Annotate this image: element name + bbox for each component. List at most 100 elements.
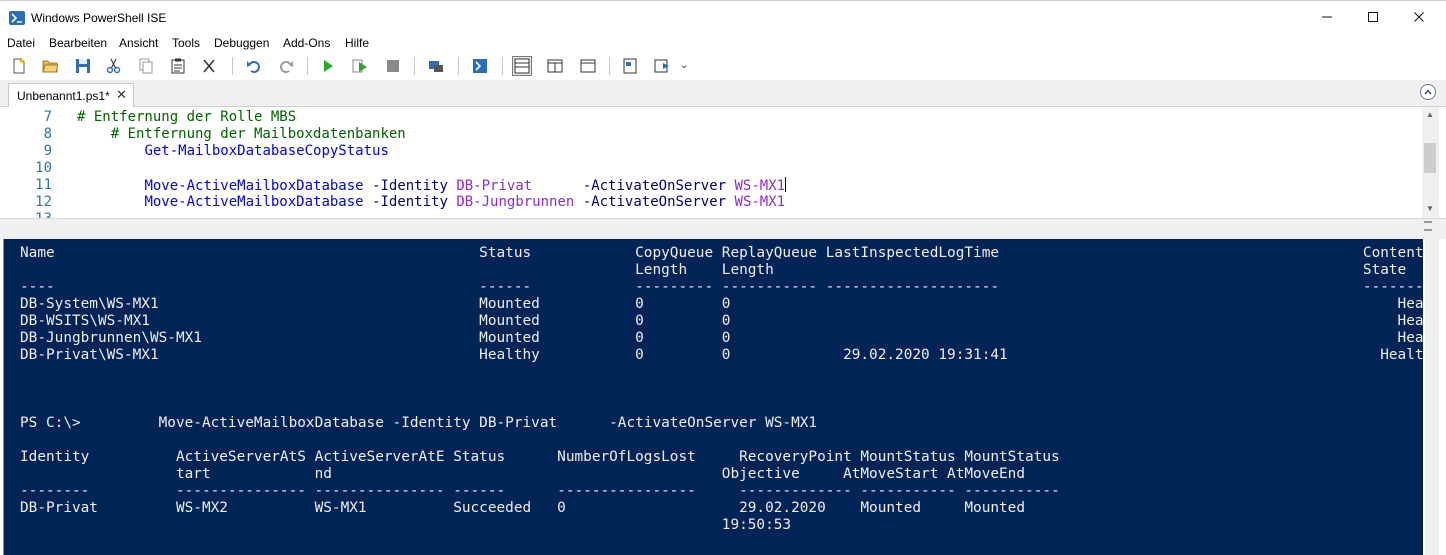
console-line: ---- ------ --------- ----------- ------… bbox=[20, 279, 1423, 295]
redo-button[interactable] bbox=[276, 56, 296, 76]
cut-button[interactable] bbox=[104, 56, 124, 76]
code-token-comment: # Entfernung der Mailboxdatenbanken bbox=[110, 126, 406, 142]
splitter-grip[interactable] bbox=[1424, 221, 1432, 231]
text-caret bbox=[785, 177, 787, 192]
script-vertical-scrollbar[interactable]: ▲ ▼ bbox=[1422, 107, 1439, 218]
menu-datei[interactable]: Datei bbox=[7, 36, 35, 50]
console-vertical-scrollbar[interactable] bbox=[1425, 239, 1439, 555]
pane-splitter[interactable] bbox=[0, 218, 1446, 239]
new-file-button[interactable] bbox=[9, 56, 29, 76]
close-button[interactable] bbox=[1396, 1, 1442, 33]
script-pane-top-button[interactable] bbox=[512, 56, 532, 76]
line-number: 12 bbox=[35, 194, 52, 210]
show-command-window-button[interactable] bbox=[620, 56, 640, 76]
maximize-icon bbox=[1368, 12, 1378, 22]
scissors-icon bbox=[106, 58, 121, 74]
scroll-down-icon[interactable]: ▼ bbox=[1426, 204, 1434, 213]
line-number: 13 bbox=[0, 211, 52, 218]
script-pane-right-button[interactable] bbox=[545, 56, 565, 76]
clear-console-button[interactable] bbox=[199, 56, 219, 76]
script-editor[interactable]: ▲ ▼ 7 # Entfernung der Rolle MBS 8 # Entfe… bbox=[0, 107, 1446, 218]
scroll-up-icon[interactable]: ▲ bbox=[1426, 110, 1434, 119]
tab-label: Unbenannt1.ps1* bbox=[17, 89, 110, 103]
play-icon bbox=[324, 60, 333, 72]
show-command-addon-button[interactable] bbox=[652, 56, 672, 76]
console-line: PS C:\> Move-ActiveMailboxDatabase -Iden… bbox=[20, 415, 818, 431]
console-line: DB-System\WS-MX1 Mounted 0 0 Healthy bbox=[20, 296, 1423, 312]
console-line: DB-Privat WS-MX2 WS-MX1 Succeeded 0 29.0… bbox=[20, 500, 1026, 516]
toolbar-separator bbox=[502, 57, 503, 75]
code-token-arg: WS-MX1 bbox=[734, 194, 786, 210]
line-number: 10 bbox=[35, 160, 52, 176]
command-window-icon bbox=[623, 58, 637, 74]
code-line[interactable]: Move-ActiveMailboxDatabase -Identity DB-… bbox=[77, 194, 785, 211]
chevron-up-icon bbox=[1424, 89, 1432, 95]
open-folder-icon bbox=[42, 60, 58, 73]
stop-icon bbox=[387, 60, 399, 72]
toolbar-overflow-icon[interactable]: ⌄ bbox=[680, 60, 688, 71]
clipboard-icon bbox=[171, 58, 185, 74]
undo-button[interactable] bbox=[244, 56, 264, 76]
title-bar: Windows PowerShell ISE bbox=[0, 0, 1446, 34]
script-pane-maximized-button[interactable] bbox=[578, 56, 598, 76]
open-file-button[interactable] bbox=[40, 56, 60, 76]
line-number: 8 bbox=[43, 126, 52, 142]
minimize-button[interactable] bbox=[1304, 1, 1350, 33]
run-selection-button[interactable] bbox=[350, 56, 370, 76]
code-token-arg: WS-MX1 bbox=[734, 178, 786, 194]
code-token-arg: DB-Jungbrunnen bbox=[456, 194, 575, 210]
console-line: Name Status CopyQueue ReplayQueue LastIn… bbox=[20, 245, 1423, 261]
code-line[interactable]: Get-MailboxDatabaseCopyStatus bbox=[77, 143, 388, 160]
tab-unbenannt1[interactable]: Unbenannt1.ps1* ✕ bbox=[8, 83, 134, 108]
save-button[interactable] bbox=[73, 56, 93, 76]
line-number: 11 bbox=[35, 177, 52, 193]
menu-bearbeiten[interactable]: Bearbeiten bbox=[49, 36, 107, 50]
menu-tools[interactable]: Tools bbox=[172, 36, 200, 50]
code-token-param: -Identity bbox=[372, 178, 448, 194]
start-powershell-button[interactable] bbox=[470, 56, 490, 76]
code-token-arg: DB-Privat bbox=[456, 178, 533, 194]
menu-bar: Datei Bearbeiten Ansicht Tools Debuggen … bbox=[0, 34, 1446, 52]
run-script-button[interactable] bbox=[318, 56, 338, 76]
stop-button[interactable] bbox=[383, 56, 403, 76]
console-pane[interactable]: Name Status CopyQueue ReplayQueue LastIn… bbox=[3, 239, 1423, 555]
menu-debuggen[interactable]: Debuggen bbox=[214, 36, 269, 50]
redo-icon bbox=[280, 61, 293, 73]
tab-close-icon[interactable]: ✕ bbox=[116, 87, 127, 103]
code-token-param: -ActivateOnServer bbox=[582, 194, 727, 210]
menu-add-ons[interactable]: Add-Ons bbox=[283, 36, 330, 50]
code-line[interactable]: # Entfernung der Rolle MBS bbox=[77, 109, 296, 126]
toolbar: ⌄ bbox=[0, 52, 1446, 80]
collapse-script-pane-button[interactable] bbox=[1420, 84, 1436, 100]
close-icon bbox=[1414, 12, 1424, 22]
layout-right-icon bbox=[547, 59, 563, 73]
line-number: 9 bbox=[43, 143, 52, 159]
code-token-cmd: Move-ActiveMailboxDatabase bbox=[144, 194, 364, 210]
toolbar-separator bbox=[609, 57, 610, 75]
console-line: Length Length State bbox=[20, 262, 1407, 278]
new-remote-tab-button[interactable] bbox=[426, 56, 446, 76]
scrollbar-thumb[interactable] bbox=[1424, 143, 1436, 173]
code-line[interactable]: Move-ActiveMailboxDatabase -Identity DB-… bbox=[77, 177, 787, 194]
paste-button[interactable] bbox=[168, 56, 188, 76]
code-line[interactable]: # Entfernung der Mailboxdatenbanken bbox=[77, 126, 406, 143]
line-number: 7 bbox=[43, 109, 52, 125]
copy-button[interactable] bbox=[136, 56, 156, 76]
layout-top-icon bbox=[514, 58, 530, 74]
menu-ansicht[interactable]: Ansicht bbox=[119, 36, 158, 50]
undo-icon bbox=[247, 61, 260, 73]
toolbar-separator bbox=[458, 57, 459, 75]
menu-hilfe[interactable]: Hilfe bbox=[345, 36, 369, 50]
code-token-cmd: Move-ActiveMailboxDatabase bbox=[144, 178, 364, 194]
maximize-button[interactable] bbox=[1350, 1, 1396, 33]
copy-icon bbox=[139, 58, 153, 74]
